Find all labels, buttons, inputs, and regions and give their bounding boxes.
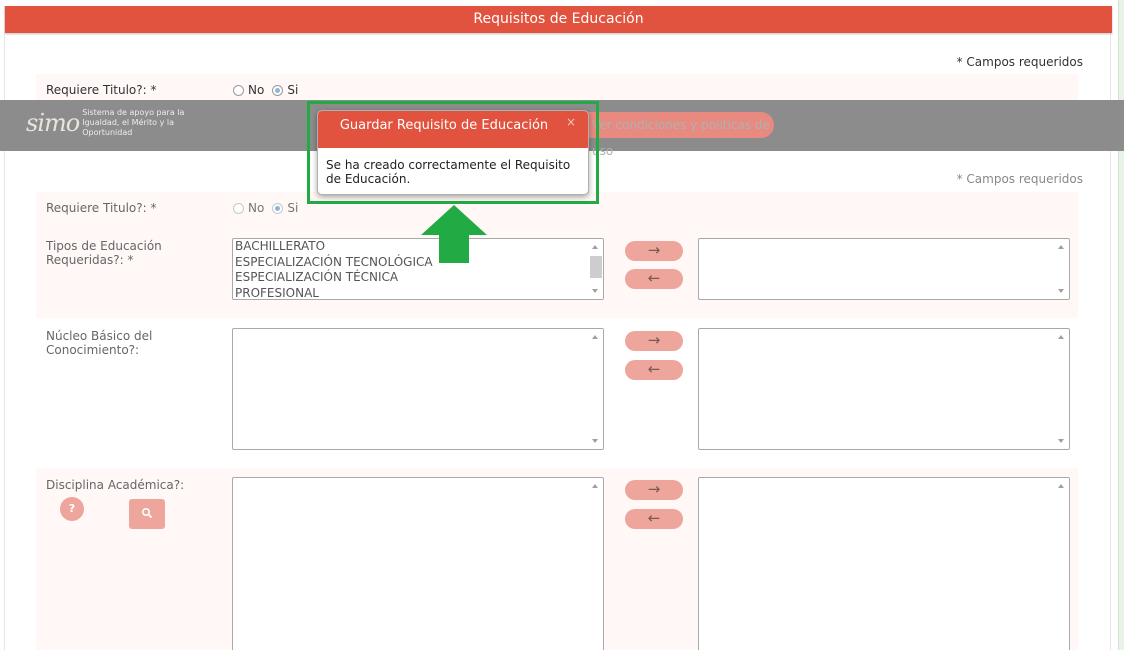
required-fields-note-2: * Campos requeridos — [956, 172, 1083, 186]
disciplina-scrollbar[interactable] — [588, 478, 603, 650]
simo-logo: simo Sistema de apoyo para la Igualdad, … — [26, 108, 212, 138]
disciplina-label: Disciplina Académica?: — [46, 478, 185, 492]
tipos-option[interactable]: ESPECIALIZACIÓN TÉCNICA — [233, 270, 603, 286]
titulo-radio-group-top: No Si — [233, 83, 306, 97]
nucleo-scrollbar[interactable] — [588, 329, 603, 449]
disciplina-move-left-button[interactable]: ← — [625, 509, 683, 529]
tipos-option[interactable]: PROFESIONAL — [233, 286, 603, 300]
disciplina-move-right-button[interactable]: → — [625, 480, 683, 500]
titulo-radio-group: No Si — [233, 201, 306, 215]
disciplina-selected-list[interactable] — [698, 477, 1070, 650]
titulo-si-radio[interactable] — [272, 202, 284, 214]
nucleo-label: Núcleo Básico del Conocimiento?: — [46, 329, 153, 357]
titulo-no-radio[interactable] — [233, 202, 244, 214]
logo-mark: simo — [26, 109, 80, 137]
required-fields-note: * Campos requeridos — [956, 55, 1083, 69]
titulo-row-top — [36, 74, 1078, 100]
policy-button[interactable]: Ver condiciones y politicas de uso — [576, 112, 774, 158]
titulo-si-label-top: Si — [287, 83, 299, 97]
help-button[interactable]: ? — [60, 497, 84, 521]
tipos-selected-list[interactable] — [698, 238, 1070, 300]
tipos-move-left-button[interactable]: ← — [625, 269, 683, 289]
tipos-selected-scrollbar[interactable] — [1054, 239, 1069, 299]
titulo-no-label: No — [248, 201, 265, 215]
dialog-title: Guardar Requisito de Educación — [318, 111, 588, 148]
success-dialog: Guardar Requisito de Educación × Se ha c… — [317, 110, 589, 195]
close-icon[interactable]: × — [566, 115, 576, 129]
tipos-label: Tipos de Educación Requeridas?: * — [46, 239, 162, 267]
search-button[interactable] — [129, 499, 165, 529]
titulo-no-label-top: No — [248, 83, 265, 97]
titulo-si-radio-top[interactable] — [272, 84, 284, 96]
window-edge — [1118, 0, 1124, 650]
nucleo-available-list[interactable] — [232, 328, 604, 450]
titulo-no-radio-top[interactable] — [233, 84, 244, 96]
search-icon — [141, 507, 153, 519]
tipos-option[interactable]: ESPECIALIZACIÓN TECNOLÓGICA — [233, 255, 603, 271]
tipos-available-list[interactable]: BACHILLERATO ESPECIALIZACIÓN TECNOLÓGICA… — [232, 238, 604, 300]
tipos-move-right-button[interactable]: → — [625, 241, 683, 261]
titulo-label: Requiere Titulo?: * — [46, 201, 157, 215]
panel-title: Requisitos de Educación — [5, 6, 1112, 33]
disciplina-available-list[interactable] — [232, 477, 604, 650]
nucleo-selected-list[interactable] — [698, 328, 1070, 450]
disciplina-selected-scrollbar[interactable] — [1054, 478, 1069, 650]
tipos-option[interactable]: BACHILLERATO — [233, 239, 603, 255]
nucleo-move-left-button[interactable]: ← — [625, 360, 683, 380]
nucleo-selected-scrollbar[interactable] — [1054, 329, 1069, 449]
titulo-si-label: Si — [287, 201, 299, 215]
titulo-label-top: Requiere Titulo?: * — [46, 83, 157, 97]
dialog-message: Se ha creado correctamente el Requisito … — [326, 158, 571, 186]
nucleo-move-right-button[interactable]: → — [625, 331, 683, 351]
arrow-up-icon — [421, 205, 487, 263]
logo-text: Sistema de apoyo para la Igualdad, el Mé… — [82, 108, 185, 137]
tipos-scrollbar[interactable] — [588, 239, 603, 299]
